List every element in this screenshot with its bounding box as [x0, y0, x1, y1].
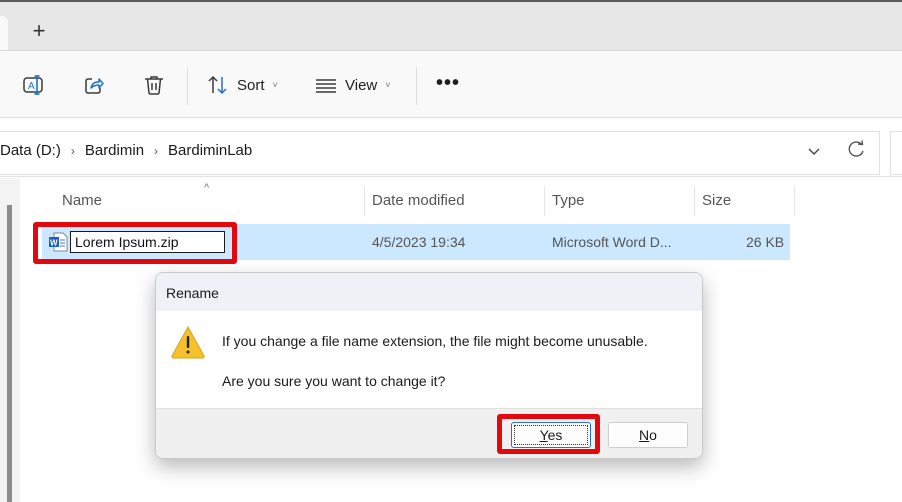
date-modified-cell: 4/5/2023 19:34	[372, 234, 466, 250]
chevron-down-icon: ˅	[385, 80, 391, 90]
column-divider[interactable]	[364, 186, 365, 216]
command-bar: A Sort ˅ View ˅ •••	[0, 50, 902, 118]
more-options-button[interactable]: •••	[436, 73, 460, 97]
column-header-size[interactable]: Size	[702, 192, 731, 209]
view-list-icon	[316, 79, 336, 93]
no-label: o	[649, 427, 657, 443]
svg-text:A: A	[28, 81, 35, 92]
column-divider[interactable]	[794, 186, 795, 216]
breadcrumb-item[interactable]: Data (D:)	[0, 142, 61, 159]
share-icon[interactable]	[82, 73, 106, 97]
highlight-box-yes	[497, 414, 600, 454]
chevron-right-icon[interactable]: ›	[154, 144, 158, 158]
toolbar-divider	[416, 67, 417, 105]
breadcrumb: Data (D:) › Bardimin › BardiminLab	[0, 142, 252, 159]
dialog-body: If you change a file name extension, the…	[156, 311, 702, 408]
chevron-down-icon: ˅	[272, 80, 278, 90]
sort-button[interactable]: Sort ˅	[207, 73, 278, 97]
navigation-pane	[0, 178, 20, 502]
column-divider[interactable]	[544, 186, 545, 216]
refresh-icon[interactable]	[845, 139, 867, 161]
confirm-question: Are you sure you want to change it?	[222, 373, 446, 389]
breadcrumb-item[interactable]: BardiminLab	[168, 142, 252, 159]
type-cell: Microsoft Word D...	[552, 234, 672, 250]
new-tab-button[interactable]: +	[28, 20, 50, 42]
search-input[interactable]	[890, 131, 902, 175]
tab-strip: +	[0, 0, 902, 52]
column-divider[interactable]	[694, 186, 695, 216]
sort-icon	[208, 75, 227, 95]
warning-icon	[171, 325, 205, 359]
view-label: View	[345, 76, 378, 94]
dialog-title: Rename	[156, 273, 702, 311]
column-header-type[interactable]: Type	[552, 192, 585, 209]
warning-message: If you change a file name extension, the…	[222, 333, 648, 349]
view-button[interactable]: View ˅	[315, 73, 391, 97]
rename-dialog: Rename If you change a file name extensi…	[155, 272, 703, 459]
column-header-date-modified[interactable]: Date modified	[372, 192, 465, 209]
no-button[interactable]: No	[608, 422, 688, 448]
highlight-box-rename	[33, 222, 237, 264]
chevron-down-icon[interactable]	[804, 141, 824, 161]
rename-icon[interactable]: A	[22, 73, 46, 97]
sort-ascending-icon: ^	[204, 182, 210, 194]
sort-label: Sort	[237, 76, 265, 94]
no-mnemonic: N	[639, 427, 650, 443]
size-cell: 26 KB	[746, 234, 785, 250]
active-tab-edge[interactable]	[0, 16, 8, 52]
column-header-name[interactable]: Name	[62, 192, 102, 209]
chevron-right-icon[interactable]: ›	[71, 144, 75, 158]
dialog-footer: Yes No	[156, 408, 702, 458]
address-row: Data (D:) › Bardimin › BardiminLab	[0, 119, 902, 177]
file-explorer-window: + A Sort ˅ View ˅ ••• Data (D:) › Bardim…	[0, 0, 902, 502]
trash-icon[interactable]	[142, 73, 166, 97]
toolbar-divider	[187, 67, 188, 105]
breadcrumb-item[interactable]: Bardimin	[85, 142, 144, 159]
scrollbar[interactable]	[7, 205, 12, 502]
